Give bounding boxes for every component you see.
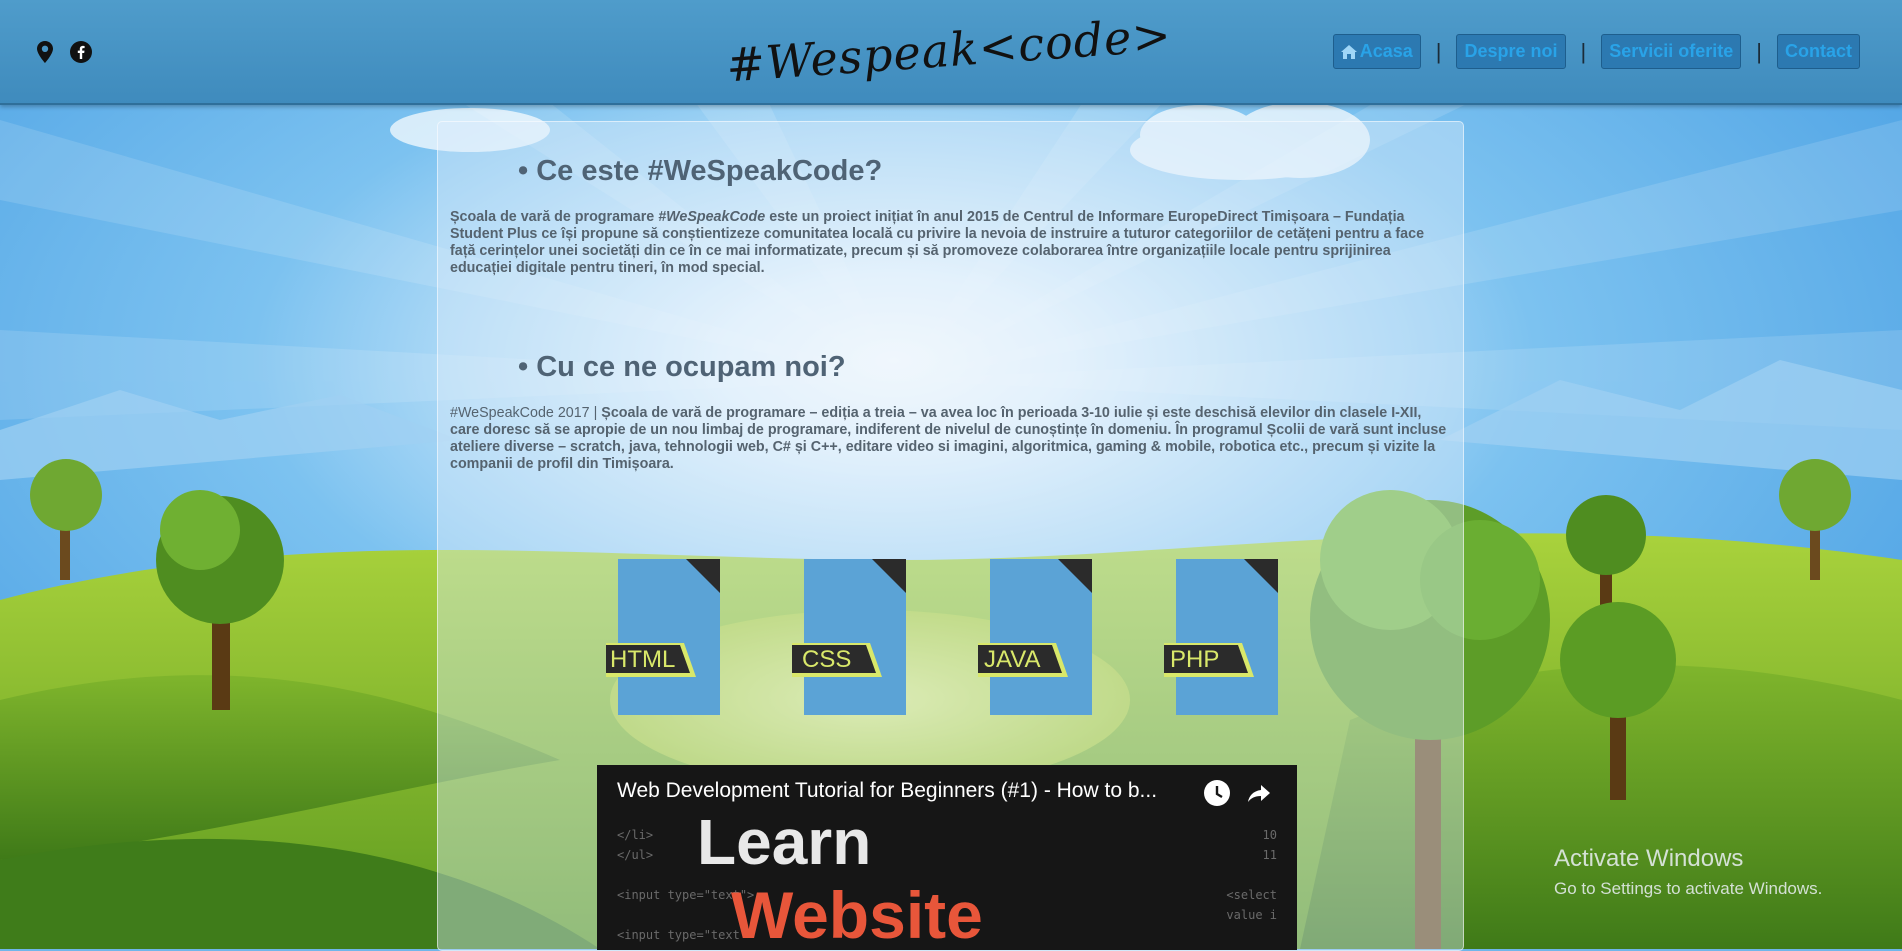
section-title-about: • Ce este #WeSpeakCode? (518, 155, 883, 187)
activities-text-prefix: #WeSpeakCode 2017 | (450, 405, 602, 421)
language-file-icons: HTML CSS JAVA PHP (606, 557, 1280, 717)
nav-acasa-button[interactable]: Acasa (1332, 34, 1421, 69)
video-title[interactable]: Web Development Tutorial for Beginners (… (617, 779, 1157, 803)
facebook-icon[interactable] (70, 40, 92, 64)
php-file-icon[interactable]: PHP (1164, 557, 1280, 717)
nav-separator: | (1435, 38, 1442, 64)
nav-acasa-label: Acasa (1359, 41, 1413, 61)
activate-windows-title: Activate Windows (1554, 845, 1744, 872)
share-icon[interactable] (1245, 779, 1273, 812)
css-file-label: CSS (802, 646, 851, 673)
main-nav: Acasa | Despre noi | Servicii oferite | … (1332, 34, 1860, 69)
video-controls (1203, 779, 1273, 812)
about-text-prefix: Școala de vară de programare (450, 209, 659, 225)
video-thumb-learn: Learn (697, 806, 872, 878)
nav-despre-noi-label: Despre noi (1464, 41, 1558, 61)
php-file-label: PHP (1170, 646, 1219, 673)
video-thumb-website: Website (731, 878, 983, 950)
html-file-icon[interactable]: HTML (606, 557, 722, 717)
site-header: #Wespeak<code> Acasa | Despre noi | Serv… (0, 0, 1902, 105)
social-links (34, 40, 92, 64)
activate-windows-subtitle: Go to Settings to activate Windows. (1554, 879, 1823, 898)
nav-contact-button[interactable]: Contact (1777, 34, 1860, 69)
section-text-about: Școala de vară de programare #WeSpeakCod… (450, 209, 1450, 277)
nav-separator: | (1580, 38, 1587, 64)
nav-servicii-button[interactable]: Servicii oferite (1601, 34, 1742, 69)
section-text-activities: #WeSpeakCode 2017 | Școala de vară de pr… (450, 405, 1450, 473)
activate-windows-watermark: Activate Windows Go to Settings to activ… (1554, 845, 1822, 899)
css-file-icon[interactable]: CSS (792, 557, 908, 717)
section-title-activities: • Cu ce ne ocupam noi? (518, 351, 846, 383)
home-icon (1340, 44, 1357, 59)
html-file-label: HTML (610, 646, 675, 673)
nav-contact-label: Contact (1785, 41, 1852, 61)
java-file-label: JAVA (984, 646, 1040, 673)
nav-separator: | (1756, 38, 1762, 64)
java-file-icon[interactable]: JAVA (978, 557, 1094, 717)
youtube-video-embed[interactable]: </li> </ul> <input type="text"> <input type… (597, 765, 1297, 950)
site-logo[interactable]: #Wespeak<code> (725, 1, 1174, 100)
watch-later-icon[interactable] (1203, 779, 1231, 812)
video-thumb-code-right: 10 11 <select value i (1226, 828, 1277, 922)
nav-servicii-label: Servicii oferite (1609, 41, 1734, 61)
nav-despre-noi-button[interactable]: Despre noi (1456, 34, 1566, 69)
map-pin-icon[interactable] (34, 40, 56, 64)
about-text-em: #WeSpeakCode (658, 209, 766, 225)
content-panel: • Ce este #WeSpeakCode? Școala de vară d… (437, 121, 1464, 951)
